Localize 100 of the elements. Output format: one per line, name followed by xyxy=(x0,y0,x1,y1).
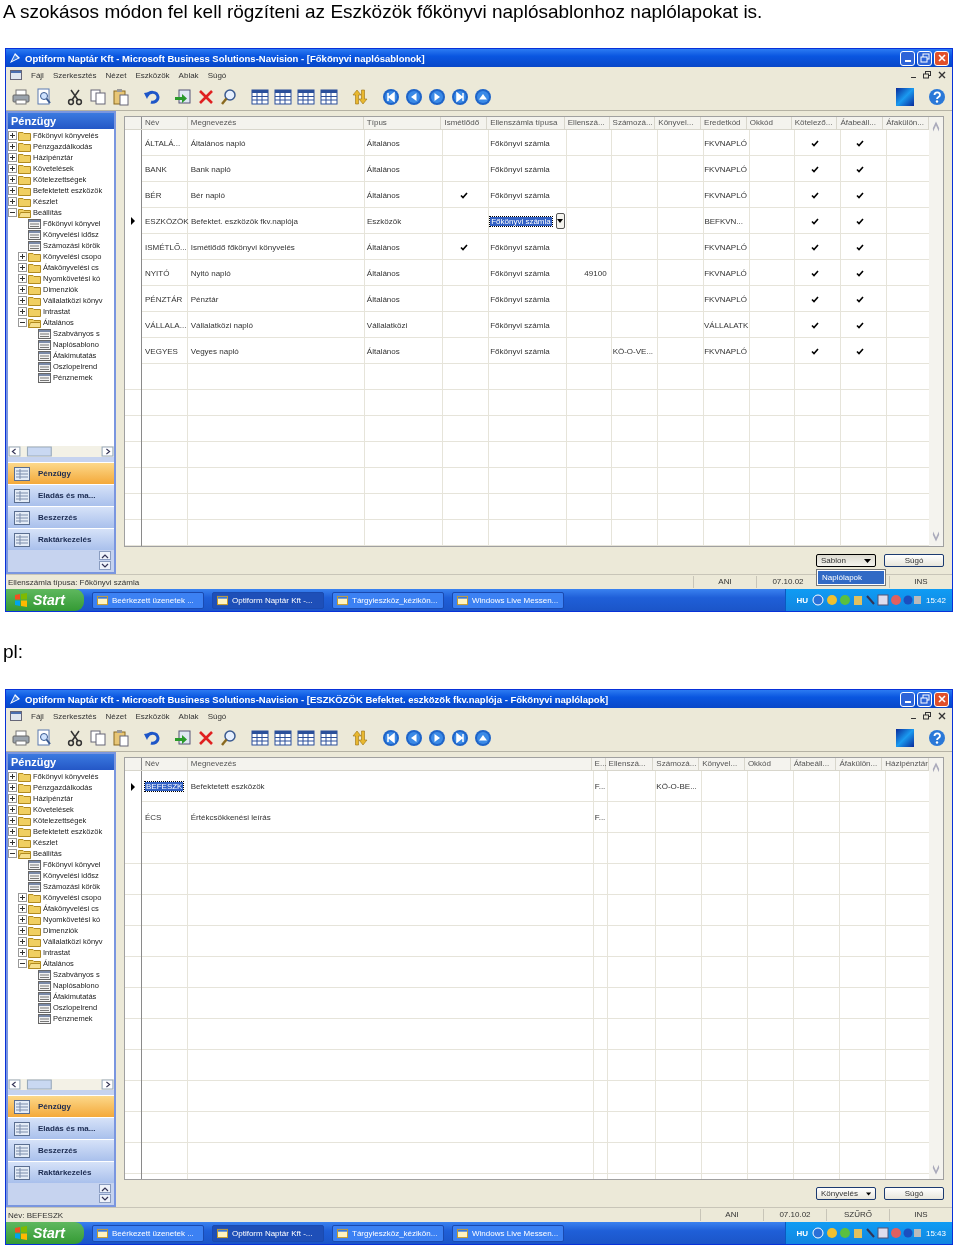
minimize-button[interactable] xyxy=(900,691,915,707)
minimize-button[interactable] xyxy=(900,50,915,66)
scroll-up-button[interactable] xyxy=(99,1184,111,1193)
close-button[interactable] xyxy=(934,50,949,66)
taskbar-button[interactable]: Windows Live Messen... xyxy=(452,591,564,609)
restore-button[interactable] xyxy=(917,691,932,707)
table-icon[interactable] xyxy=(297,87,315,106)
printer-icon[interactable] xyxy=(12,87,30,106)
help-icon[interactable] xyxy=(928,728,946,747)
table-icon[interactable] xyxy=(274,728,292,747)
minimize-icon[interactable] xyxy=(911,718,916,720)
post-icon[interactable] xyxy=(174,87,192,106)
column-header[interactable]: Típus xyxy=(363,117,442,129)
scrollbar[interactable] xyxy=(8,1079,114,1090)
nav-button[interactable]: Pénzügy xyxy=(8,1095,114,1117)
expand-toggle[interactable] xyxy=(8,131,17,140)
column-header[interactable]: Név xyxy=(142,117,188,129)
previous-icon[interactable] xyxy=(405,87,423,106)
column-header[interactable]: Számozá... xyxy=(609,117,656,129)
expand-toggle[interactable] xyxy=(8,175,17,184)
taskbar-button[interactable]: Optiform Naptár Kft -... xyxy=(212,591,324,609)
expand-toggle[interactable] xyxy=(8,783,17,792)
copy-icon[interactable] xyxy=(89,87,107,106)
delete-icon[interactable] xyxy=(197,87,215,106)
table-icon[interactable] xyxy=(251,728,269,747)
column-header[interactable]: E... xyxy=(591,758,606,770)
column-header[interactable]: Megnevezés xyxy=(187,117,364,129)
menu-item[interactable]: Ablak xyxy=(178,711,199,721)
column-header[interactable]: Ellenszá... xyxy=(564,117,610,129)
minimize-icon[interactable] xyxy=(911,77,916,79)
nav-button[interactable]: Raktárkezelés xyxy=(8,528,114,550)
table-icon[interactable] xyxy=(297,728,315,747)
expand-toggle[interactable] xyxy=(18,296,27,305)
expand-toggle[interactable] xyxy=(8,794,17,803)
nav-button[interactable]: Beszerzés xyxy=(8,1139,114,1161)
next-icon[interactable] xyxy=(428,728,446,747)
help-button[interactable]: Súgó xyxy=(884,554,944,567)
paste-icon[interactable] xyxy=(112,728,130,747)
expand-toggle[interactable] xyxy=(8,153,17,162)
up-icon[interactable] xyxy=(474,728,492,747)
paste-icon[interactable] xyxy=(112,87,130,106)
column-header[interactable]: Ellenszá... xyxy=(605,758,654,770)
menu-button[interactable]: Könyvelés xyxy=(816,1187,876,1200)
menu-item[interactable]: Naplólapok xyxy=(818,571,884,584)
expand-toggle[interactable] xyxy=(18,959,27,968)
expand-toggle[interactable] xyxy=(8,805,17,814)
scrollbar[interactable] xyxy=(929,758,943,1179)
print-preview-icon[interactable] xyxy=(35,728,53,747)
column-header[interactable]: Könyvel... xyxy=(655,117,702,129)
cell-editor[interactable]: Főkönyvi számla xyxy=(490,216,552,226)
menu-item[interactable]: Szerkesztés xyxy=(52,711,97,721)
expand-toggle[interactable] xyxy=(8,772,17,781)
menu-item[interactable]: Eszközök xyxy=(135,70,170,80)
expand-toggle[interactable] xyxy=(8,197,17,206)
menu-item[interactable]: Fájl xyxy=(31,711,44,721)
help-icon[interactable] xyxy=(928,87,946,106)
scroll-down-button[interactable] xyxy=(99,561,111,570)
taskbar-button[interactable]: Windows Live Messen... xyxy=(452,1224,564,1242)
taskbar-button[interactable]: Beérkezett üzenetek ... xyxy=(92,591,204,609)
table-icon[interactable] xyxy=(274,87,292,106)
column-header[interactable]: Kötelező... xyxy=(791,117,838,129)
taskbar-button[interactable]: Tárgyieszköz_kézikön... xyxy=(332,591,444,609)
last-icon[interactable] xyxy=(451,728,469,747)
expand-toggle[interactable] xyxy=(18,274,27,283)
cut-icon[interactable] xyxy=(66,87,84,106)
expand-toggle[interactable] xyxy=(18,926,27,935)
menu-item[interactable]: Súgó xyxy=(207,70,227,80)
table-icon[interactable] xyxy=(251,87,269,106)
column-header[interactable]: Áfabeáll... xyxy=(837,117,884,129)
taskbar-button[interactable]: Optiform Naptár Kft -... xyxy=(212,1224,324,1242)
dropdown-button[interactable] xyxy=(555,213,566,229)
nav-button[interactable]: Beszerzés xyxy=(8,506,114,528)
nav-button[interactable]: Raktárkezelés xyxy=(8,1161,114,1183)
copy-icon[interactable] xyxy=(89,728,107,747)
previous-icon[interactable] xyxy=(405,728,423,747)
expand-toggle[interactable] xyxy=(18,915,27,924)
column-header[interactable]: Ellenszámla típusa xyxy=(487,117,565,129)
expand-toggle[interactable] xyxy=(18,307,27,316)
column-header[interactable]: Okkód xyxy=(744,758,791,770)
print-preview-icon[interactable] xyxy=(35,87,53,106)
expand-toggle[interactable] xyxy=(8,849,17,858)
scroll-up-button[interactable] xyxy=(99,551,111,560)
scrollbar[interactable] xyxy=(929,117,943,546)
column-header[interactable]: Ismétlődő xyxy=(441,117,488,129)
column-header[interactable]: Számozá... xyxy=(653,758,700,770)
expand-toggle[interactable] xyxy=(8,208,17,217)
menu-button[interactable]: Sablon xyxy=(816,554,876,567)
cut-icon[interactable] xyxy=(66,728,84,747)
expand-toggle[interactable] xyxy=(8,816,17,825)
menu-item[interactable]: Szerkesztés xyxy=(52,70,97,80)
first-icon[interactable] xyxy=(382,728,400,747)
menu-item[interactable]: Nézet xyxy=(105,711,127,721)
menu-item[interactable]: Súgó xyxy=(207,711,227,721)
logo-icon[interactable] xyxy=(896,728,914,747)
search-icon[interactable] xyxy=(220,87,238,106)
menu-item[interactable]: Ablak xyxy=(178,70,199,80)
cell-editor[interactable]: BEFESZK xyxy=(145,782,184,791)
expand-toggle[interactable] xyxy=(18,893,27,902)
restore-icon[interactable] xyxy=(923,71,931,79)
expand-toggle[interactable] xyxy=(8,164,17,173)
